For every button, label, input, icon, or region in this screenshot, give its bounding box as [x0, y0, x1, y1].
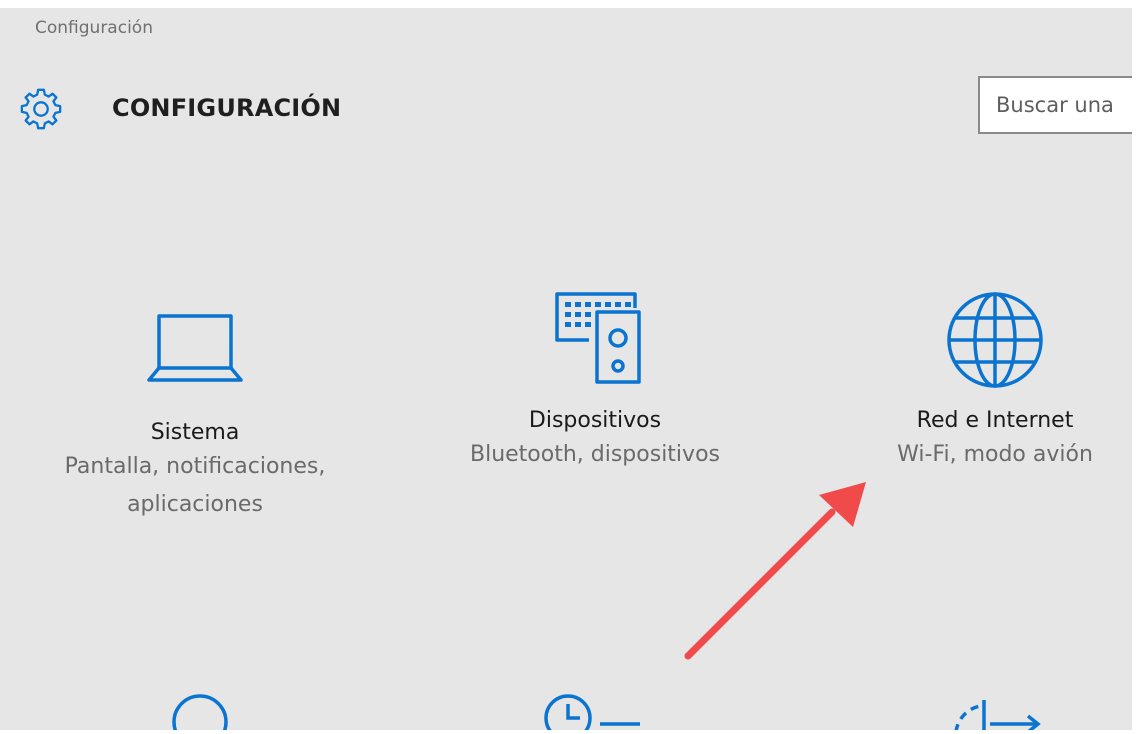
tile-subtitle-line: Pantalla, notificaciones, — [64, 454, 326, 479]
time-language-icon[interactable] — [540, 688, 650, 730]
personalization-icon[interactable] — [160, 690, 240, 730]
tile-title: Dispositivos — [528, 408, 662, 433]
search-input[interactable] — [978, 76, 1132, 134]
tile-sistema[interactable]: Sistema Pantalla, notificaciones, aplica… — [20, 298, 370, 524]
settings-window: Configuración CONFIGURACIÓN Sistema Pant… — [0, 8, 1132, 730]
laptop-icon — [147, 314, 243, 382]
devices-icon — [555, 292, 641, 384]
tile-subtitle: Pantalla, notificaciones, aplicaciones — [20, 448, 370, 524]
tile-dispositivos[interactable]: Dispositivos Bluetooth, dispositivos — [420, 288, 770, 474]
tile-subtitle-line: Wi-Fi, modo avión — [897, 442, 1093, 467]
update-icon[interactable] — [940, 688, 1050, 730]
tile-subtitle: Wi-Fi, modo avión — [820, 436, 1132, 474]
window-title: Configuración — [35, 18, 153, 38]
tile-subtitle-line: aplicaciones — [127, 492, 263, 517]
tile-title: Red e Internet — [916, 408, 1074, 433]
tile-subtitle: Bluetooth, dispositivos — [420, 436, 770, 474]
tile-red-e-internet[interactable]: Red e Internet Wi-Fi, modo avión — [820, 288, 1132, 474]
tile-title: Sistema — [150, 420, 240, 445]
tile-subtitle-line: Bluetooth, dispositivos — [469, 442, 720, 467]
page-heading: CONFIGURACIÓN — [112, 94, 342, 122]
gear-icon — [20, 88, 62, 130]
globe-icon — [947, 292, 1043, 388]
